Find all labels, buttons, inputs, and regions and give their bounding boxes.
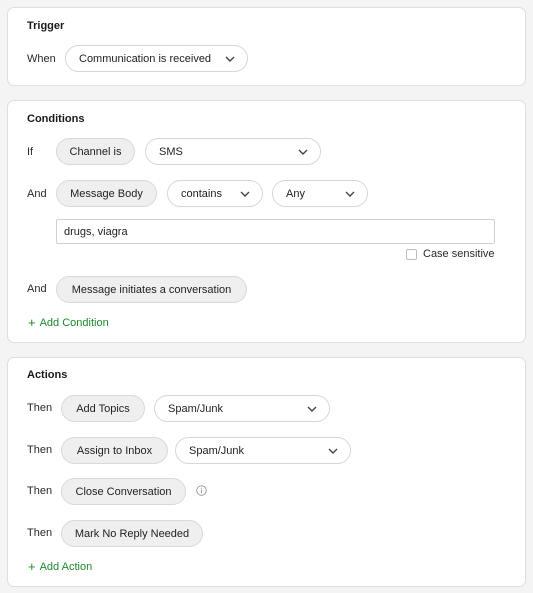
trigger-event-value: Communication is received [79,52,212,65]
case-sensitive-checkbox[interactable] [406,248,417,260]
trigger-card: Trigger When Communication is received [7,7,526,86]
actions-title: Actions [27,369,68,381]
action-add-topics[interactable]: Add Topics [61,395,145,422]
match-select[interactable]: Any [272,180,368,207]
conditions-title: Conditions [27,113,85,125]
operator-select[interactable]: contains [167,180,263,207]
action-label-then-4: Then [27,527,53,539]
chevron-down-icon [307,406,317,412]
chevron-down-icon [298,149,308,155]
info-icon[interactable] [196,485,207,496]
case-sensitive-label: Case sensitive [423,248,495,260]
chevron-down-icon [240,191,250,197]
inbox-select[interactable]: Spam/Junk [175,437,351,464]
actions-card: Actions Then Add Topics Spam/Junk Then A… [7,357,526,587]
chevron-down-icon [328,448,338,454]
inbox-value: Spam/Junk [189,444,245,457]
keywords-input[interactable] [56,219,495,244]
plus-icon: + [28,559,36,574]
match-value: Any [286,187,305,200]
action-label-then-3: Then [27,485,53,497]
when-label: When [27,53,56,65]
action-label-then-2: Then [27,444,53,456]
add-action-label: Add Action [39,560,93,573]
chevron-down-icon [345,191,355,197]
action-assign-inbox[interactable]: Assign to Inbox [61,437,168,464]
topics-value: Spam/Junk [168,402,224,415]
plus-icon: + [28,315,36,330]
topics-select[interactable]: Spam/Junk [154,395,330,422]
add-condition-label: Add Condition [39,316,109,329]
condition-field-channel[interactable]: Channel is [56,138,135,165]
trigger-event-select[interactable]: Communication is received [65,45,248,72]
chevron-down-icon [225,56,235,62]
add-condition-button[interactable]: + Add Condition [28,316,109,329]
channel-select[interactable]: SMS [145,138,321,165]
trigger-title: Trigger [27,20,65,32]
condition-label-and-2: And [27,283,47,295]
action-label-then-1: Then [27,402,53,414]
condition-label-if: If [27,146,34,158]
add-action-button[interactable]: + Add Action [28,560,92,573]
action-close-conversation[interactable]: Close Conversation [61,478,186,505]
conditions-card: Conditions If Channel is SMS And Message… [7,100,526,343]
condition-field-message-body[interactable]: Message Body [56,180,157,207]
channel-value: SMS [159,145,183,158]
case-sensitive-toggle[interactable]: Case sensitive [406,248,495,260]
action-mark-no-reply[interactable]: Mark No Reply Needed [61,520,203,547]
operator-value: contains [181,187,222,200]
condition-field-initiates-conversation[interactable]: Message initiates a conversation [56,276,247,303]
condition-label-and: And [27,188,47,200]
